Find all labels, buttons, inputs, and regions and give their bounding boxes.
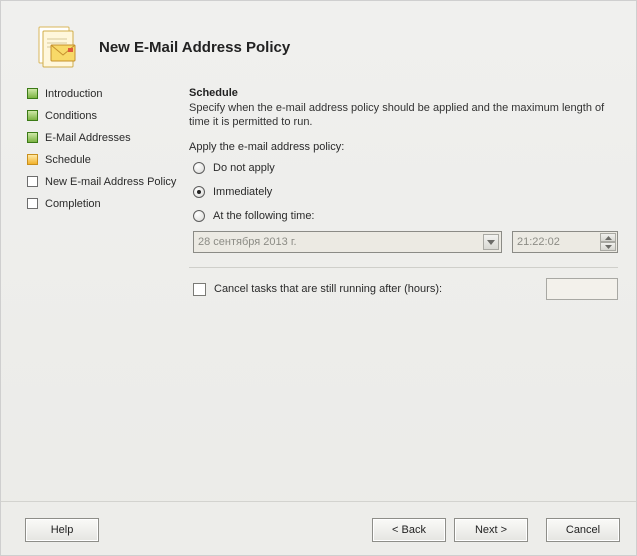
spin-up-icon[interactable] — [600, 233, 616, 242]
sidebar: Introduction Conditions E-Mail Addresses… — [27, 87, 177, 300]
sidebar-item-label: E-Mail Addresses — [45, 131, 131, 145]
radio-at-following-time[interactable]: At the following time: — [193, 207, 618, 225]
radio-label: At the following time: — [213, 210, 315, 222]
main-panel: Schedule Specify when the e-mail address… — [177, 87, 622, 300]
button-bar: Help < Back Next > Cancel — [1, 501, 636, 555]
radio-label: Immediately — [213, 186, 272, 198]
body: Introduction Conditions E-Mail Addresses… — [1, 79, 636, 300]
radio-icon — [193, 162, 205, 174]
radio-icon — [193, 186, 205, 198]
date-picker[interactable]: 28 сентября 2013 г. — [193, 231, 502, 253]
next-button[interactable]: Next > — [454, 518, 528, 542]
page-title: New E-Mail Address Policy — [99, 39, 290, 56]
sidebar-item-schedule[interactable]: Schedule — [27, 153, 177, 167]
sidebar-item-label: Conditions — [45, 109, 97, 123]
step-status-icon — [27, 198, 38, 209]
section-title: Schedule — [189, 87, 618, 99]
sidebar-item-completion[interactable]: Completion — [27, 197, 177, 211]
wizard-window: New E-Mail Address Policy Introduction C… — [0, 0, 637, 556]
radio-label: Do not apply — [213, 162, 275, 174]
mail-policy-icon — [33, 23, 81, 71]
chevron-down-icon[interactable] — [483, 234, 499, 250]
time-picker[interactable]: 21:22:02 — [512, 231, 618, 253]
header: New E-Mail Address Policy — [1, 1, 636, 79]
sidebar-item-label: Completion — [45, 197, 101, 211]
step-status-icon — [27, 176, 38, 187]
spin-down-icon[interactable] — [600, 242, 616, 251]
cancel-tasks-row: Cancel tasks that are still running afte… — [193, 278, 618, 300]
step-status-icon — [27, 132, 38, 143]
sidebar-item-introduction[interactable]: Introduction — [27, 87, 177, 101]
section-description: Specify when the e-mail address policy s… — [189, 101, 618, 129]
hours-input[interactable] — [546, 278, 618, 300]
radio-do-not-apply[interactable]: Do not apply — [193, 159, 618, 177]
divider — [189, 267, 618, 268]
time-spinner — [600, 233, 616, 251]
sidebar-item-label: Introduction — [45, 87, 102, 101]
back-button[interactable]: < Back — [372, 518, 446, 542]
help-button[interactable]: Help — [25, 518, 99, 542]
sidebar-item-conditions[interactable]: Conditions — [27, 109, 177, 123]
sidebar-item-label: Schedule — [45, 153, 91, 167]
radio-immediately[interactable]: Immediately — [193, 183, 618, 201]
apply-policy-label: Apply the e-mail address policy: — [189, 141, 618, 153]
sidebar-item-label: New E-mail Address Policy — [45, 175, 176, 189]
time-value: 21:22:02 — [517, 236, 560, 248]
cancel-button[interactable]: Cancel — [546, 518, 620, 542]
date-value: 28 сентября 2013 г. — [198, 236, 297, 248]
radio-icon — [193, 210, 205, 222]
datetime-row: 28 сентября 2013 г. 21:22:02 — [193, 231, 618, 253]
step-status-icon — [27, 110, 38, 121]
sidebar-item-new-email-address-policy[interactable]: New E-mail Address Policy — [27, 175, 177, 189]
step-status-icon — [27, 88, 38, 99]
sidebar-item-email-addresses[interactable]: E-Mail Addresses — [27, 131, 177, 145]
cancel-tasks-label: Cancel tasks that are still running afte… — [214, 283, 442, 295]
cancel-tasks-checkbox[interactable] — [193, 283, 206, 296]
step-status-icon — [27, 154, 38, 165]
